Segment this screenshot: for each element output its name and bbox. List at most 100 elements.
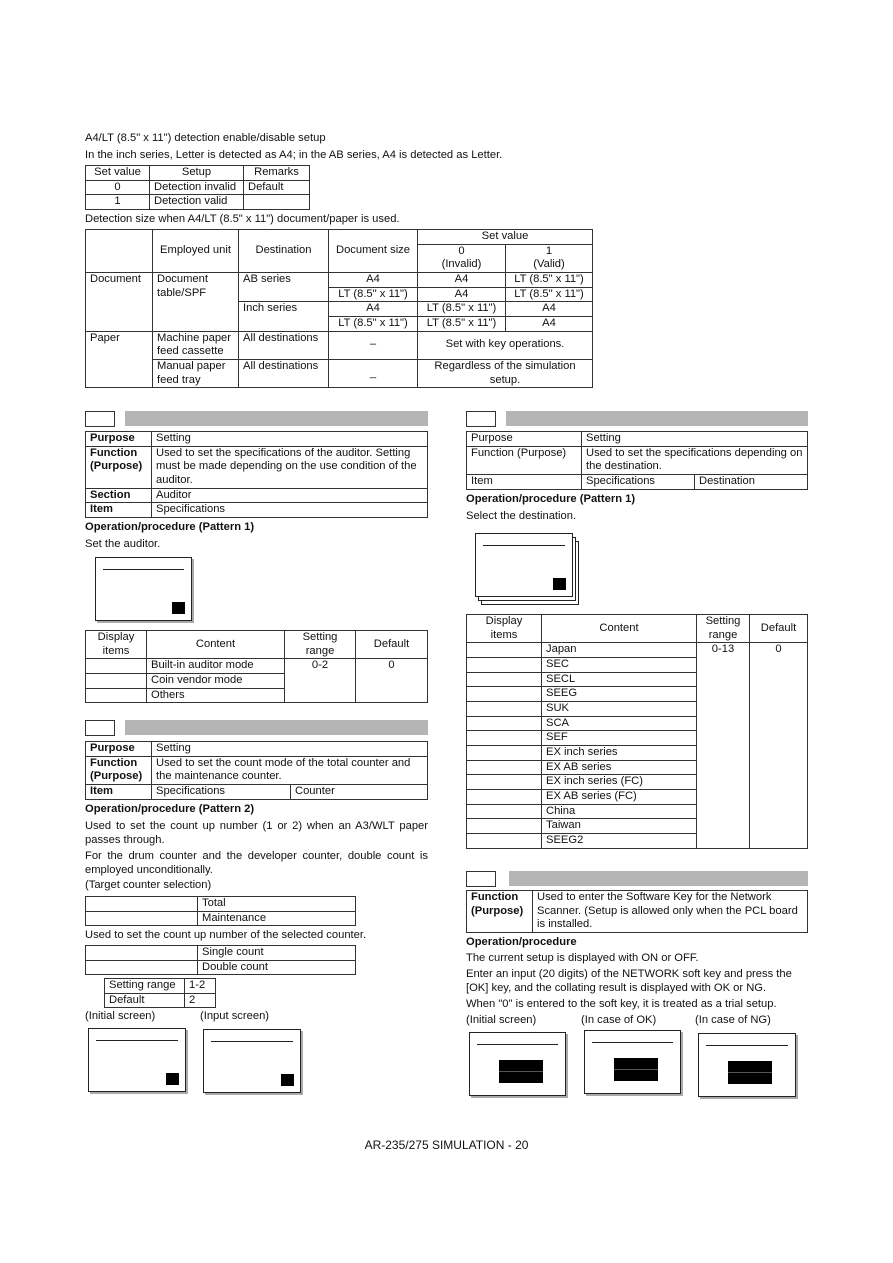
header-setting-range: Setting range [284, 629, 356, 660]
cell: Coin vendor mode [146, 672, 285, 689]
cell: LT (8.5" x 11") [417, 301, 506, 317]
cell [85, 910, 198, 927]
cell: Set with key operations. [417, 330, 593, 360]
lcd-screen-network-initial [469, 1032, 566, 1096]
unit-document-table: Document table/SPF [152, 271, 239, 332]
header-value-0: 0 (Invalid) [417, 243, 506, 273]
cell: A4 [505, 301, 593, 317]
cell: EX inch series (FC) [541, 774, 697, 790]
info-label: Section [85, 487, 152, 504]
cell: SEEG [541, 686, 697, 702]
cell: Single count [197, 945, 356, 961]
sim-number-box [85, 720, 115, 736]
screen-divider [483, 545, 565, 546]
cell: Others [146, 687, 285, 704]
network-op-heading: Operation/procedure [466, 936, 577, 948]
cell [466, 656, 542, 673]
table-row: Function (Purpose) Used to set the specif… [466, 445, 808, 475]
destination-inch: Inch series [238, 301, 329, 332]
cell [85, 959, 198, 976]
row-label-paper: Paper [85, 330, 153, 389]
info-label: Function (Purpose) [466, 445, 582, 475]
info-value: Used to set the specifications depending… [581, 445, 808, 475]
cell: Total [197, 896, 356, 912]
cell: SEF [541, 730, 697, 746]
section-header-network [466, 870, 808, 887]
sim-number-box [466, 411, 496, 427]
header-set-value: Set value [417, 229, 593, 245]
row-label-document: Document [85, 271, 153, 332]
cell: LT (8.5" x 11") [505, 271, 593, 288]
screen-divider [592, 1042, 673, 1043]
cell: Japan [541, 642, 697, 658]
count-mode-table: Single count Double count [85, 945, 356, 976]
cell: LT (8.5" x 11") [417, 315, 506, 332]
key-block-icon [553, 578, 566, 590]
info-value: Specifications [151, 783, 291, 800]
destination-op-text: Select the destination. [466, 510, 577, 522]
cell: Manual paper feed tray [152, 358, 239, 389]
counter-op-heading: Operation/procedure (Pattern 2) [85, 803, 255, 815]
screen-divider [103, 569, 184, 570]
counter-info-table: Purpose Setting Function (Purpose) Used to… [85, 741, 428, 800]
count-caption: Used to set the count up number of the s… [85, 929, 367, 941]
table-row: Purpose Setting [85, 741, 428, 757]
detection-heading: A4/LT (8.5" x 11") detection enable/disa… [85, 132, 326, 144]
destination-items-table: Display items Content Setting range Defa… [466, 613, 808, 849]
table-row: Section Auditor [85, 487, 428, 504]
input-field-block [499, 1060, 543, 1083]
default-value: 0 [749, 642, 808, 849]
table-row: Item Specifications [85, 502, 428, 518]
cell: A4 [328, 301, 418, 317]
setting-range-value: 0-13 [696, 642, 750, 849]
cell: 1-2 [184, 978, 216, 994]
info-label: Function (Purpose) [466, 890, 533, 933]
empty-cell [85, 229, 153, 273]
section-header-auditor [85, 410, 428, 427]
cell [466, 818, 542, 834]
detection-size-table: Employed unit Destination Document size … [85, 229, 593, 389]
cell [466, 832, 542, 849]
cell: LT (8.5" x 11") [328, 315, 418, 332]
cell: EX inch series [541, 744, 697, 761]
cell [85, 658, 147, 674]
header-content: Content [146, 629, 285, 660]
screen-divider [211, 1041, 293, 1042]
info-label: Purpose [466, 431, 582, 447]
info-label: Function (Purpose) [85, 755, 152, 785]
header-remarks: Remarks [243, 165, 310, 181]
header-document-size: Document size [328, 229, 418, 273]
cell [466, 642, 542, 658]
table-row: Purpose Setting [85, 431, 428, 447]
info-value: Destination [694, 473, 808, 490]
table-header-row: Set value Setup Remarks [85, 165, 310, 181]
network-para3: When "0" is entered to the soft key, it … [466, 998, 777, 1010]
info-value: Used to set the count mode of the total … [151, 755, 428, 785]
info-value: Setting [581, 431, 808, 447]
sim-title-bar [125, 411, 428, 426]
info-label: Purpose [85, 741, 152, 757]
cell [466, 700, 542, 717]
initial-screen-label: (Initial screen) [85, 1010, 156, 1022]
sim-number-box [466, 871, 496, 887]
cell [466, 744, 542, 761]
auditor-items-table: Display items Content Setting range Defa… [85, 629, 428, 704]
cell: A4 [417, 271, 506, 288]
cell: Double count [197, 959, 356, 976]
target-counter-table: Total Maintenance [85, 896, 356, 927]
info-label: Item [466, 473, 582, 490]
sim-title-bar [125, 720, 428, 735]
cell [466, 759, 542, 776]
cell: Default [243, 179, 310, 196]
table-row: Purpose Setting [466, 431, 808, 447]
cell: LT (8.5" x 11") [505, 286, 593, 303]
page-footer: AR-235/275 SIMULATION - 20 [364, 1138, 529, 1152]
lcd-screen-input [203, 1029, 301, 1093]
cell: A4 [328, 271, 418, 288]
table-row: Item Specifications Counter [85, 783, 428, 800]
cell: Detection valid [149, 194, 244, 210]
header-setting-range: Setting range [696, 613, 750, 644]
table-row: Document Document table/SPF AB series A4… [85, 271, 593, 332]
info-label: Function (Purpose) [85, 445, 152, 489]
table-header-row: Employed unit Destination Document size … [85, 229, 593, 273]
